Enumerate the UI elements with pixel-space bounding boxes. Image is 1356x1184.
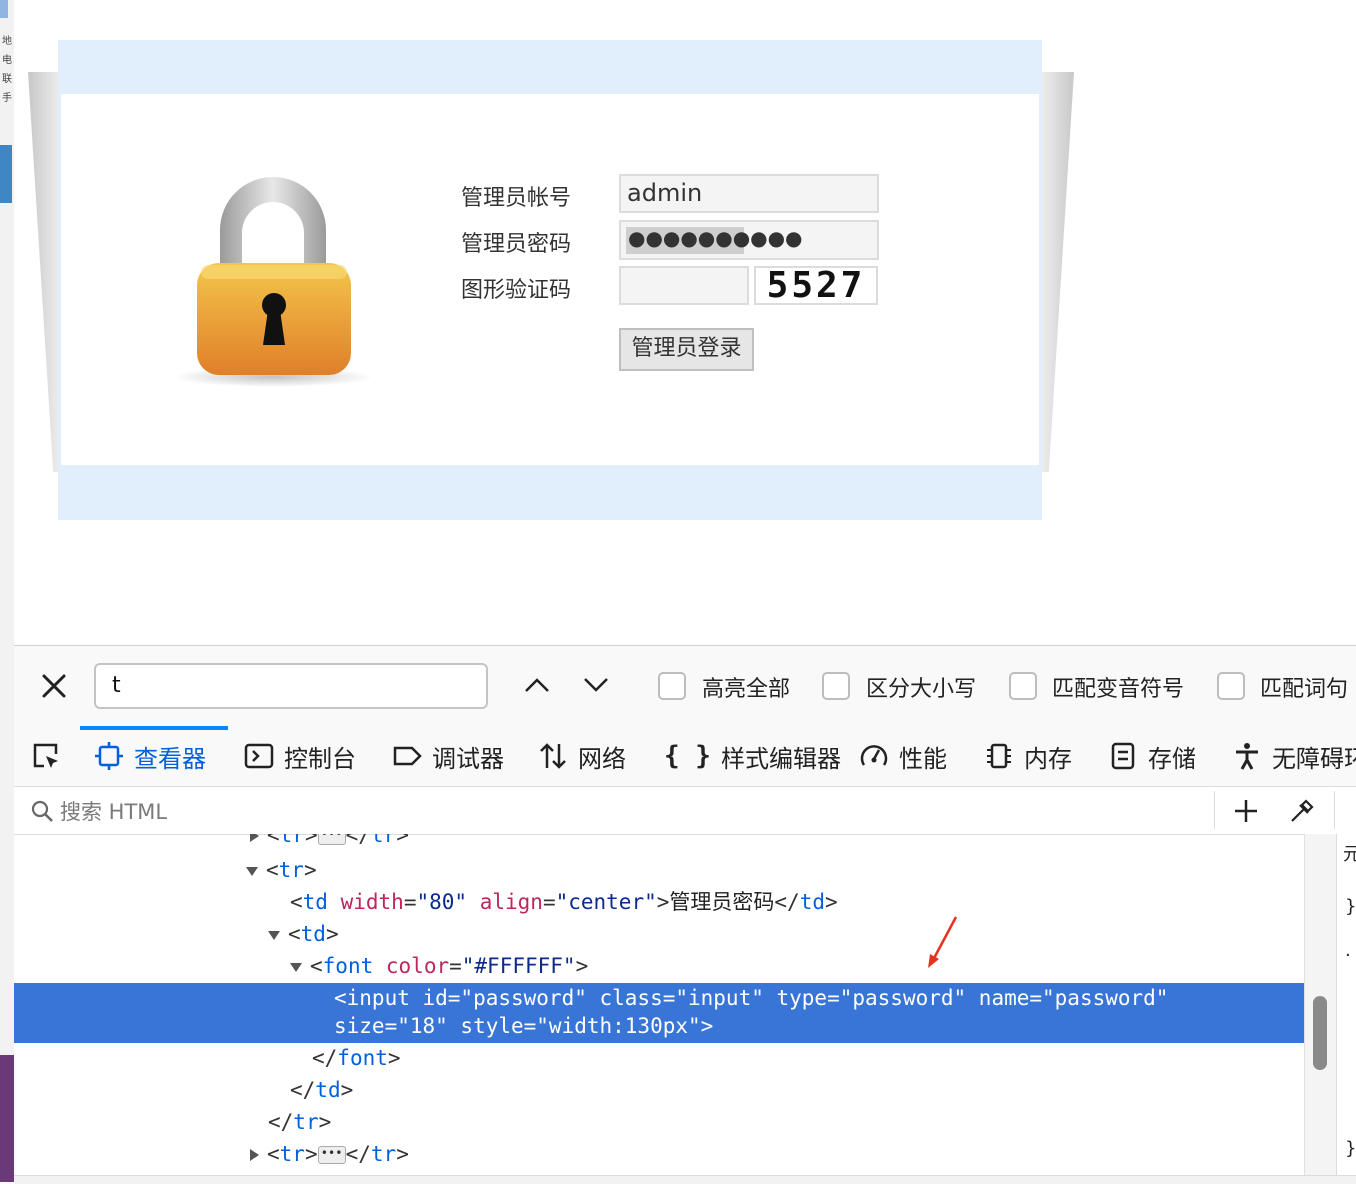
tab-console[interactable]: 控制台 [244, 726, 356, 786]
tab-label: 调试器 [432, 744, 504, 773]
captcha-image[interactable]: 5527 [754, 266, 878, 305]
tab-label: 查看器 [134, 744, 206, 773]
performance-icon [860, 745, 888, 766]
match-case-label: 区分大小写 [866, 677, 977, 702]
tree-node-collapsed[interactable]: <tr> ••• </tr> [250, 1139, 409, 1169]
tree-node-font-close[interactable]: </font> [312, 1043, 401, 1073]
chevron-up-icon[interactable] [522, 674, 552, 696]
html-tree-scrollbar[interactable] [1304, 834, 1337, 1183]
eyedropper-icon[interactable] [1288, 797, 1316, 825]
tab-label: 样式编辑器 [720, 744, 841, 773]
tab-label: 控制台 [284, 744, 356, 773]
devtools-bottom-edge [14, 1175, 1356, 1184]
tree-node-font[interactable]: <font color="#FFFFFF"> [290, 951, 588, 981]
tree-node-td-close[interactable]: </td> [290, 1075, 353, 1105]
storage-icon [1111, 742, 1135, 770]
tab-label: 内存 [1024, 744, 1072, 773]
element-picker-icon[interactable] [30, 740, 62, 772]
selected-node-line-1: <input id="password" class="input" type=… [334, 986, 1169, 1010]
memory-icon [987, 743, 1011, 769]
red-annotation-arrow [928, 916, 958, 968]
match-case-checkbox[interactable] [822, 672, 850, 700]
selected-tree-node-input[interactable]: <input id="password" class="input" type=… [14, 983, 1304, 1043]
devtools-tab-bar: 查看器 控制台 调试器 网络 { } 样式编辑器 性能 内存 存储 无障碍 [14, 726, 1356, 787]
separator [1334, 791, 1335, 829]
separator [1214, 791, 1215, 829]
tab-label: 存储 [1148, 744, 1196, 773]
tree-node-td[interactable]: <td> [268, 919, 339, 949]
left-selection-marker [0, 0, 8, 18]
html-tree-lower: </font> </td> </tr> <tr> ••• </tr> [14, 1043, 1304, 1175]
add-node-icon[interactable] [1232, 797, 1260, 825]
captcha-label: 图形验证码 [461, 278, 572, 303]
tree-node-tr[interactable]: <tr> [246, 855, 317, 885]
rules-sidebar-edge: 元 } . } [1336, 834, 1356, 1183]
tab-accessibility[interactable]: 无障碍环 [1232, 726, 1356, 786]
tab-memory[interactable]: 内存 [984, 726, 1072, 786]
html-search-bar: 搜索 HTML [14, 787, 1356, 835]
whole-words-checkbox[interactable] [1217, 672, 1245, 700]
close-icon[interactable] [38, 670, 70, 702]
find-bar: t 高亮全部 区分大小写 匹配变音符号 匹配词句 [14, 646, 1356, 727]
tab-inspector[interactable]: 查看器 [94, 726, 206, 786]
tree-node-collapsed[interactable]: <tr> ••• </tr> [250, 834, 409, 850]
highlight-all-label: 高亮全部 [702, 677, 791, 702]
accessibility-icon [1236, 743, 1258, 770]
tab-label: 性能 [899, 744, 947, 773]
tab-debugger[interactable]: 调试器 [392, 726, 504, 786]
find-input[interactable]: t [94, 663, 488, 709]
inspector-icon [95, 742, 123, 770]
left-edge-char: 电 [2, 55, 12, 66]
tab-network[interactable]: 网络 [538, 726, 626, 786]
scrollbar-thumb[interactable] [1313, 996, 1327, 1070]
chevron-down-icon[interactable] [581, 674, 611, 696]
left-edge-purple-block [0, 1055, 14, 1182]
left-window-edge: 地 电 联 手 [0, 0, 15, 1182]
active-tab-indicator [80, 726, 228, 730]
search-icon [31, 800, 53, 822]
password-label: 管理员密码 [461, 232, 572, 257]
tab-performance[interactable]: 性能 [859, 726, 947, 786]
tab-label: 无障碍环 [1272, 744, 1356, 773]
padlock-icon [175, 177, 373, 387]
tab-label: 网络 [578, 744, 626, 773]
password-mask: ●●●●●●●●●● [628, 226, 803, 250]
style-editor-icon: { } [664, 741, 711, 771]
whole-words-label: 匹配词句 [1260, 677, 1349, 702]
html-search-input[interactable]: 搜索 HTML [60, 796, 167, 826]
rules-char: } [1345, 896, 1356, 917]
left-edge-blue-block [0, 145, 12, 203]
selected-node-line-2: size="18" style="width:130px"> [334, 1014, 714, 1038]
devtools-panel: t 高亮全部 区分大小写 匹配变音符号 匹配词句 查看器 控制台 调试器 网络 … [14, 645, 1356, 1184]
admin-login-button[interactable]: 管理员登录 [619, 328, 754, 371]
match-diacritics-checkbox[interactable] [1009, 672, 1037, 700]
left-edge-char: 手 [2, 93, 12, 104]
debugger-icon [393, 746, 422, 766]
rules-char: . [1345, 940, 1351, 961]
tree-node-td-label[interactable]: <td width="80" align="center">管理员密码</td> [290, 887, 838, 917]
username-input[interactable]: admin [619, 174, 879, 213]
username-label: 管理员帐号 [461, 186, 572, 211]
match-diacritics-label: 匹配变音符号 [1052, 677, 1185, 702]
tree-node-tr-close[interactable]: </tr> [268, 1107, 331, 1137]
tab-style-editor[interactable]: { } 样式编辑器 [664, 726, 841, 786]
left-edge-char: 地 [2, 36, 12, 47]
console-icon [244, 743, 274, 769]
network-icon [540, 743, 566, 769]
rules-char: } [1345, 1138, 1356, 1159]
rules-char: 元 [1343, 844, 1356, 865]
captcha-input[interactable] [619, 266, 749, 305]
left-edge-char: 联 [2, 74, 12, 85]
tab-storage[interactable]: 存储 [1108, 726, 1196, 786]
highlight-all-checkbox[interactable] [658, 672, 686, 700]
